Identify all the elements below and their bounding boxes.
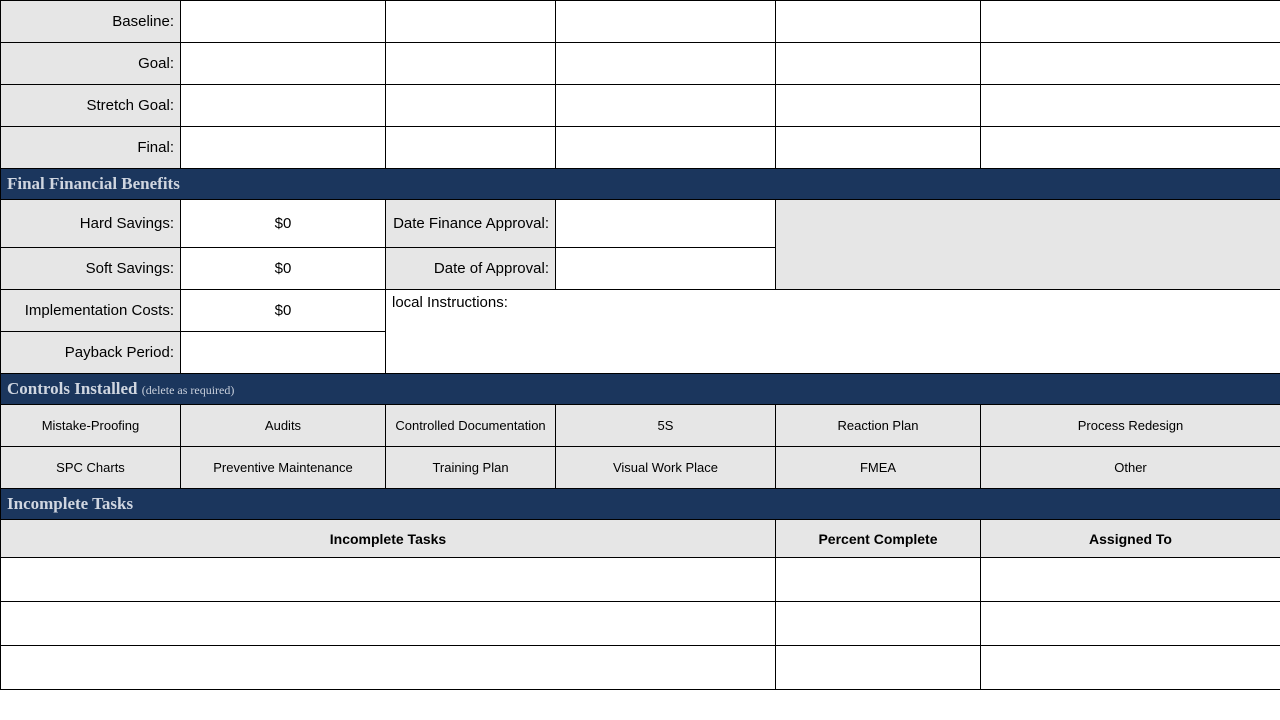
goal-v4[interactable]	[776, 43, 981, 85]
incomplete-columns: Incomplete Tasks Percent Complete Assign…	[1, 520, 1280, 558]
incomplete-task-1[interactable]	[1, 558, 776, 602]
control-controlled-documentation[interactable]: Controlled Documentation	[386, 405, 556, 447]
baseline-v3[interactable]	[556, 1, 776, 43]
final-v2[interactable]	[386, 127, 556, 169]
goal-v3[interactable]	[556, 43, 776, 85]
controls-subtitle: (delete as required)	[142, 383, 235, 397]
final-v1[interactable]	[181, 127, 386, 169]
baseline-v1[interactable]	[181, 1, 386, 43]
incomplete-row-2	[1, 602, 1280, 646]
incomplete-col-tasks: Incomplete Tasks	[1, 520, 776, 558]
controls-row-1: Mistake-Proofing Audits Controlled Docum…	[1, 405, 1280, 447]
controls-row-2: SPC Charts Preventive Maintenance Traini…	[1, 447, 1280, 489]
incomplete-col-percent: Percent Complete	[776, 520, 981, 558]
incomplete-task-3[interactable]	[1, 646, 776, 690]
baseline-v2[interactable]	[386, 1, 556, 43]
payback-period-value[interactable]	[181, 332, 386, 374]
goal-v5[interactable]	[981, 43, 1280, 85]
metrics-row-stretch: Stretch Goal:	[1, 85, 1280, 127]
incomplete-row-1	[1, 558, 1280, 602]
baseline-v5[interactable]	[981, 1, 1280, 43]
local-instructions[interactable]: local Instructions:	[386, 290, 1280, 374]
stretch-v3[interactable]	[556, 85, 776, 127]
incomplete-percent-2[interactable]	[776, 602, 981, 646]
control-visual-work-place[interactable]: Visual Work Place	[556, 447, 776, 489]
hard-savings-value[interactable]: $0	[181, 200, 386, 248]
incomplete-assigned-3[interactable]	[981, 646, 1280, 690]
control-training-plan[interactable]: Training Plan	[386, 447, 556, 489]
baseline-label: Baseline:	[1, 1, 181, 43]
metrics-row-goal: Goal:	[1, 43, 1280, 85]
control-fmea[interactable]: FMEA	[776, 447, 981, 489]
soft-savings-value[interactable]: $0	[181, 248, 386, 290]
implementation-costs-value[interactable]: $0	[181, 290, 386, 332]
financial-benefits-header: Final Financial Benefits	[1, 169, 1280, 200]
control-process-redesign[interactable]: Process Redesign	[981, 405, 1280, 447]
implementation-costs-label: Implementation Costs:	[1, 290, 181, 332]
financial-grey-block	[776, 200, 1280, 290]
control-other[interactable]: Other	[981, 447, 1280, 489]
control-5s[interactable]: 5S	[556, 405, 776, 447]
control-mistake-proofing[interactable]: Mistake-Proofing	[1, 405, 181, 447]
payback-period-label: Payback Period:	[1, 332, 181, 374]
incomplete-percent-3[interactable]	[776, 646, 981, 690]
final-v4[interactable]	[776, 127, 981, 169]
incomplete-assigned-2[interactable]	[981, 602, 1280, 646]
control-reaction-plan[interactable]: Reaction Plan	[776, 405, 981, 447]
metrics-row-final: Final:	[1, 127, 1280, 169]
date-finance-approval-label: Date Finance Approval:	[386, 200, 556, 248]
stretch-v2[interactable]	[386, 85, 556, 127]
control-audits[interactable]: Audits	[181, 405, 386, 447]
final-v3[interactable]	[556, 127, 776, 169]
controls-installed-header: Controls Installed (delete as required)	[1, 374, 1280, 405]
goal-v2[interactable]	[386, 43, 556, 85]
goal-v1[interactable]	[181, 43, 386, 85]
goal-label: Goal:	[1, 43, 181, 85]
control-spc-charts[interactable]: SPC Charts	[1, 447, 181, 489]
hard-savings-label: Hard Savings:	[1, 200, 181, 248]
incomplete-row-3	[1, 646, 1280, 690]
metrics-row-baseline: Baseline:	[1, 1, 1280, 43]
date-approval-label: Date of Approval:	[386, 248, 556, 290]
baseline-v4[interactable]	[776, 1, 981, 43]
soft-savings-label: Soft Savings:	[1, 248, 181, 290]
incomplete-assigned-1[interactable]	[981, 558, 1280, 602]
final-label: Final:	[1, 127, 181, 169]
final-v5[interactable]	[981, 127, 1280, 169]
incomplete-tasks-header: Incomplete Tasks	[1, 489, 1280, 520]
stretch-v5[interactable]	[981, 85, 1280, 127]
control-preventive-maintenance[interactable]: Preventive Maintenance	[181, 447, 386, 489]
date-finance-approval-value[interactable]	[556, 200, 776, 248]
date-approval-value[interactable]	[556, 248, 776, 290]
incomplete-task-2[interactable]	[1, 602, 776, 646]
incomplete-percent-1[interactable]	[776, 558, 981, 602]
stretch-v4[interactable]	[776, 85, 981, 127]
stretch-goal-label: Stretch Goal:	[1, 85, 181, 127]
stretch-v1[interactable]	[181, 85, 386, 127]
controls-title: Controls Installed	[7, 379, 138, 398]
incomplete-col-assigned: Assigned To	[981, 520, 1280, 558]
